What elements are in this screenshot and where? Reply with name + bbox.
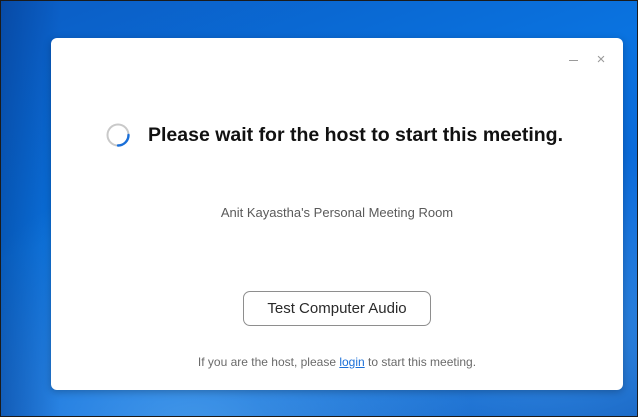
meeting-room-name: Anit Kayastha's Personal Meeting Room <box>220 205 454 220</box>
waiting-room-dialog: × Please wait for the host to start this… <box>51 38 623 390</box>
minimize-icon[interactable] <box>565 52 581 68</box>
login-link[interactable]: login <box>339 355 364 369</box>
host-login-notice: If you are the host, please login to sta… <box>51 355 623 369</box>
footer-suffix-text: to start this meeting. <box>364 355 477 369</box>
page-title: Please wait for the host to start this m… <box>148 123 563 146</box>
waiting-headline: Please wait for the host to start this m… <box>105 120 563 150</box>
desktop-background: × Please wait for the host to start this… <box>0 0 638 417</box>
loading-spinner-icon <box>106 123 130 147</box>
close-icon[interactable]: × <box>593 52 609 68</box>
footer-prefix-text: If you are the host, please <box>197 355 340 369</box>
test-computer-audio-button[interactable]: Test Computer Audio <box>243 291 431 326</box>
